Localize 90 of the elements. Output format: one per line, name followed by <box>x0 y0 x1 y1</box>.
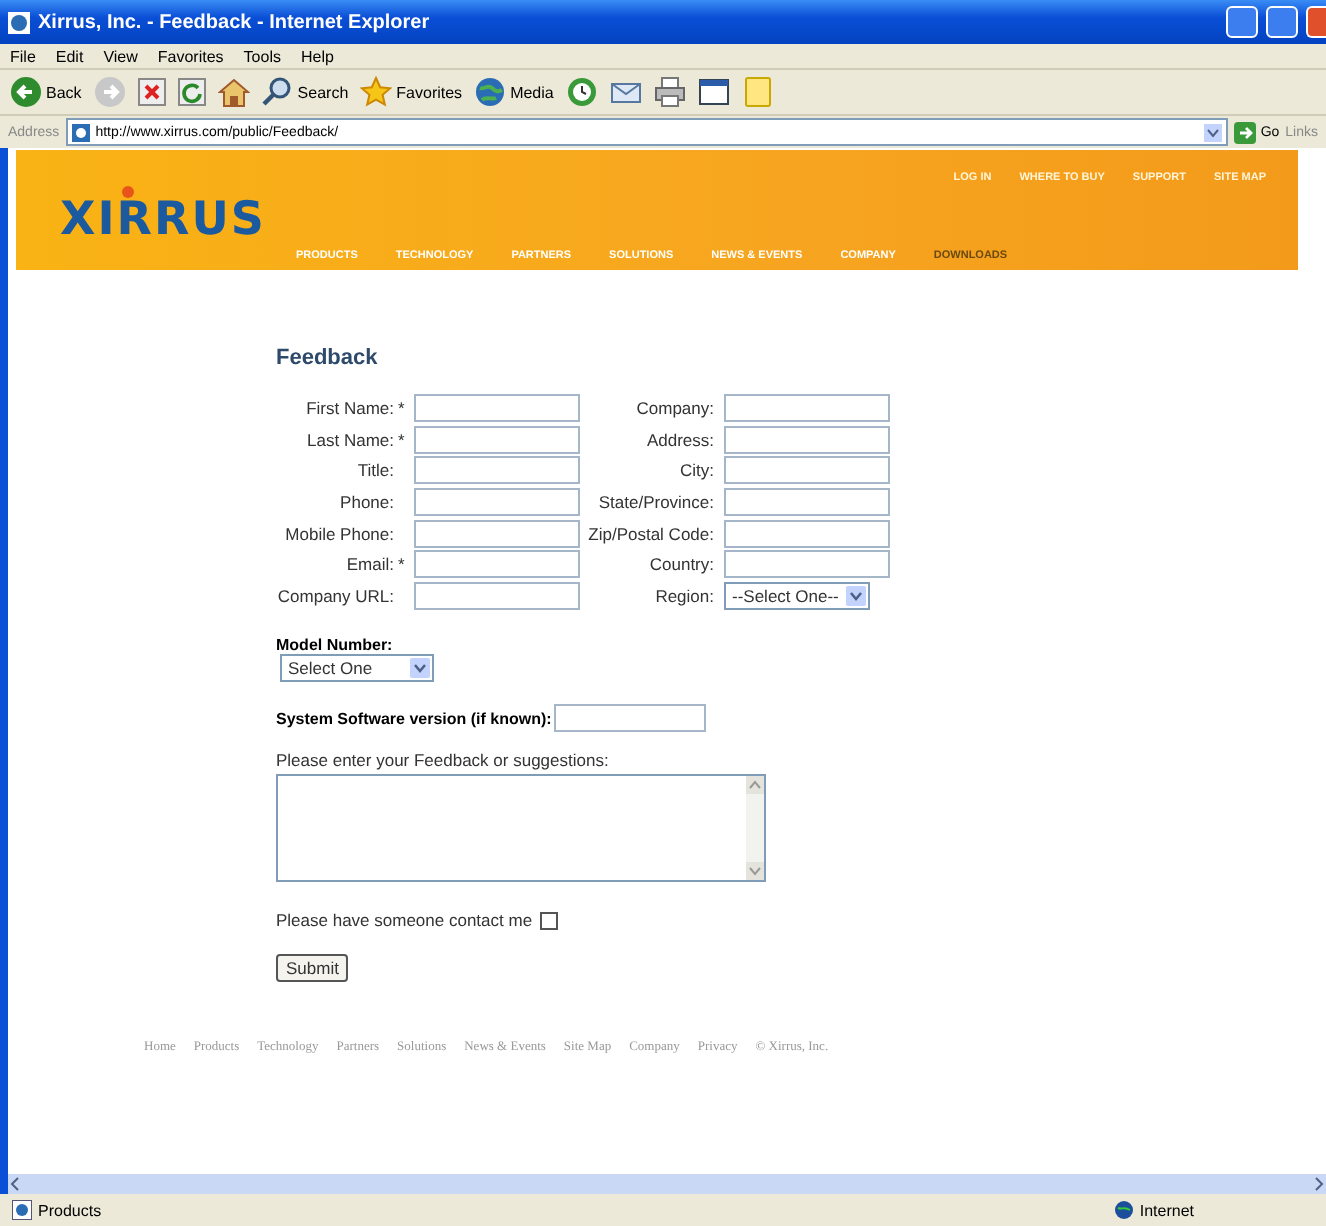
globe-icon <box>474 76 507 108</box>
required-mark: * <box>398 429 407 450</box>
search-button[interactable]: Search <box>261 76 349 108</box>
note-button[interactable] <box>741 76 774 108</box>
submit-button[interactable]: Submit <box>276 954 349 983</box>
maximize-button[interactable] <box>1266 6 1298 38</box>
feedback-textarea[interactable] <box>276 774 766 883</box>
scroll-right-icon <box>1310 1176 1326 1192</box>
dropdown-arrow-icon <box>846 586 867 607</box>
go-arrow-icon <box>1234 121 1257 143</box>
home-button[interactable] <box>217 76 250 108</box>
input-field[interactable] <box>414 488 580 517</box>
print-button[interactable] <box>653 76 686 108</box>
field-label: Phone: <box>338 492 396 513</box>
house-icon <box>217 76 250 108</box>
favorites-button[interactable]: Favorites <box>360 76 463 108</box>
input-field[interactable] <box>414 456 580 485</box>
page-icon <box>12 1200 32 1220</box>
search-icon <box>261 76 294 108</box>
field-label: Model Number: <box>276 636 395 655</box>
scroll-up-icon <box>746 776 764 795</box>
browser-icon <box>8 11 30 33</box>
site-logo[interactable]: XIRRUS <box>60 194 266 246</box>
scroll-down-icon <box>746 862 764 881</box>
star-icon <box>360 76 393 108</box>
field-label: Title: <box>355 460 396 481</box>
zone-text: Internet <box>1139 1201 1194 1219</box>
field-label: First Name: <box>304 398 396 418</box>
history-button[interactable] <box>565 76 598 108</box>
input-field[interactable] <box>553 704 706 733</box>
model-dropdown[interactable]: Select One <box>280 654 434 683</box>
refresh-button[interactable] <box>177 78 206 106</box>
field-label: Zip/Postal Code: <box>586 523 716 544</box>
globe-icon <box>1113 1200 1134 1220</box>
input-field[interactable] <box>724 394 890 422</box>
menu-item[interactable]: Favorites <box>157 47 224 65</box>
required-mark: * <box>398 398 407 418</box>
field-label: Last Name: <box>305 429 396 450</box>
back-button[interactable]: Back <box>10 76 82 108</box>
field-label: System Software version (if known): <box>276 709 552 728</box>
contact-checkbox[interactable] <box>540 911 559 930</box>
input-field[interactable] <box>724 550 890 579</box>
notepad-icon <box>741 76 774 108</box>
input-field[interactable] <box>414 550 580 579</box>
logo-dot-icon <box>122 186 134 198</box>
field-label: State/Province: <box>596 492 716 513</box>
menu-item[interactable]: File <box>10 47 36 65</box>
status-text: Products <box>38 1201 102 1219</box>
input-field[interactable] <box>414 519 580 548</box>
window-icon <box>697 76 730 108</box>
close-button[interactable] <box>1306 6 1326 38</box>
input-field[interactable] <box>724 425 890 454</box>
dropdown-arrow-icon <box>1204 123 1223 141</box>
printer-icon <box>653 76 686 108</box>
region-dropdown[interactable]: --Select One-- <box>724 582 871 611</box>
horizontal-scrollbar[interactable] <box>0 1174 1326 1194</box>
input-field[interactable] <box>724 456 890 485</box>
stop-icon <box>137 78 166 106</box>
input-field[interactable] <box>414 425 580 454</box>
media-button[interactable]: Media <box>474 76 554 108</box>
input-field[interactable] <box>724 488 890 517</box>
menu-item[interactable]: Edit <box>55 47 84 65</box>
field-label: Company URL: <box>275 586 396 607</box>
input-field[interactable] <box>414 582 580 611</box>
form-heading: Feedback <box>276 346 380 370</box>
field-label: City: <box>678 460 716 481</box>
field-label: Company: <box>634 398 716 418</box>
refresh-icon <box>177 78 206 106</box>
forward-button[interactable] <box>93 76 126 108</box>
edit-button[interactable] <box>697 76 730 108</box>
field-label: Country: <box>647 554 716 575</box>
menu-item[interactable]: Tools <box>243 47 281 65</box>
field-label: Mobile Phone: <box>283 523 396 544</box>
field-label: Email: <box>344 554 396 575</box>
field-label: Please have someone contact me <box>276 910 533 931</box>
input-field[interactable] <box>414 394 580 422</box>
menu-item[interactable]: View <box>103 47 138 65</box>
field-label: Region: <box>653 586 716 607</box>
input-field[interactable] <box>724 519 890 548</box>
scroll-left-icon <box>8 1176 24 1192</box>
field-label: Address: <box>644 429 716 450</box>
minimize-button[interactable] <box>1226 6 1258 38</box>
stop-button[interactable] <box>137 78 166 106</box>
clock-icon <box>565 76 598 108</box>
window-title: Xirrus, Inc. - Feedback - Internet Explorer <box>38 11 432 33</box>
dropdown-arrow-icon <box>410 658 430 679</box>
required-mark: * <box>398 554 407 575</box>
menu-item[interactable]: Help <box>300 47 334 65</box>
field-label: Please enter your Feedback or suggestions: <box>276 750 611 771</box>
page-icon <box>71 123 90 141</box>
